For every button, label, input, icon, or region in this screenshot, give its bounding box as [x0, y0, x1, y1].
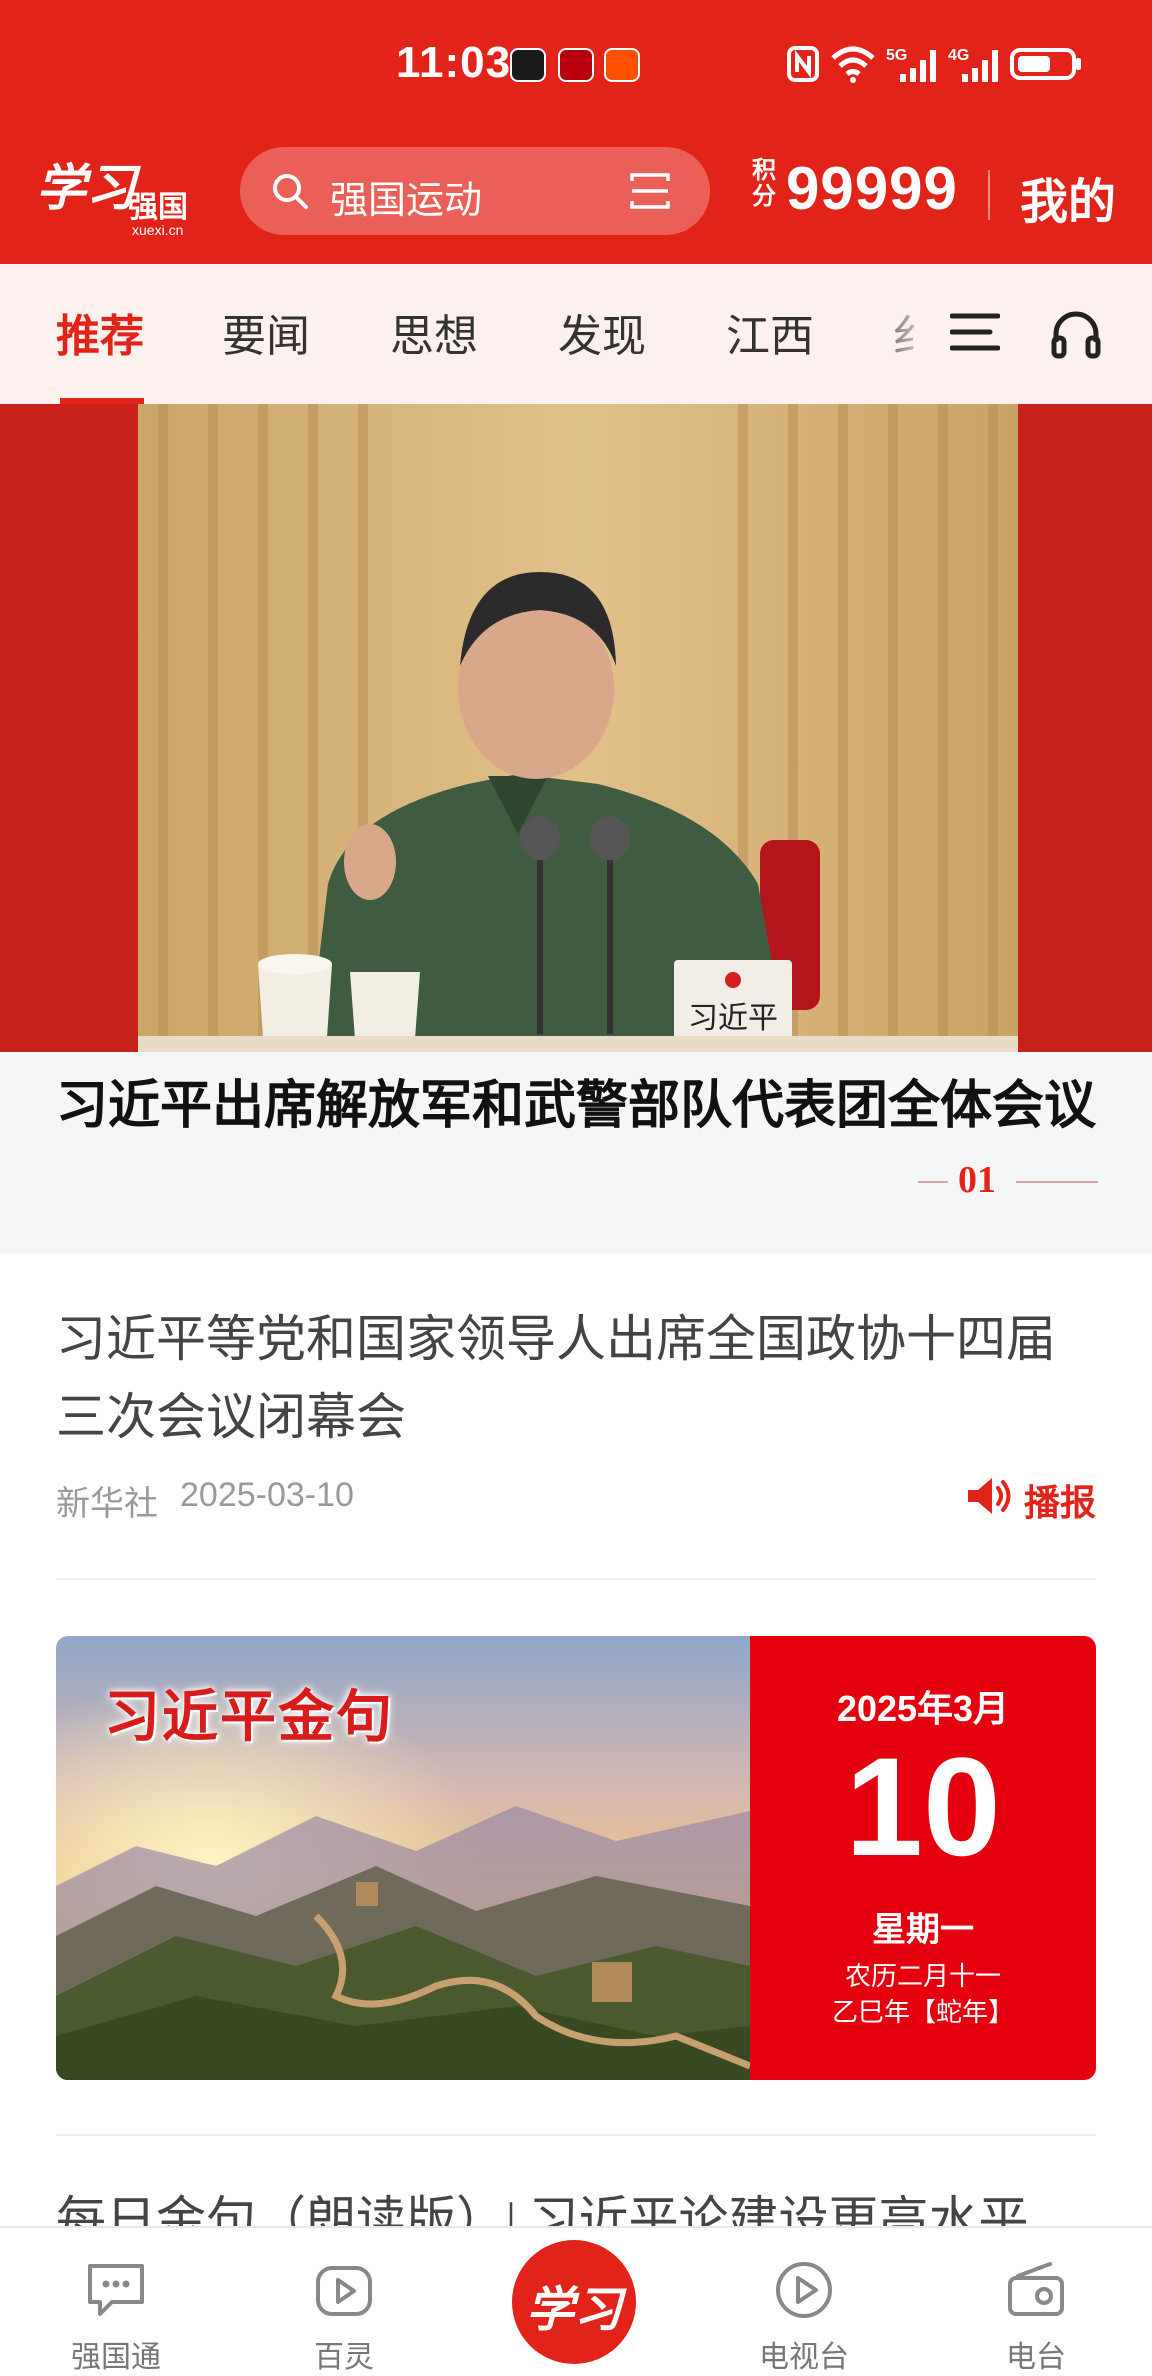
nav-xuexi[interactable]: 学习: [512, 2240, 636, 2364]
hero-index-number: 01: [958, 1159, 996, 1201]
article-date: 2025-03-10: [180, 1476, 354, 1514]
scan-icon[interactable]: [628, 169, 672, 213]
pinduoduo-icon: [558, 48, 594, 82]
article-source: 新华社: [56, 1485, 158, 1523]
calendar-day: 10: [845, 1728, 1001, 1885]
points-value: 99999: [786, 155, 958, 222]
tmall-icon: [510, 48, 546, 82]
tabs-fade: [860, 264, 940, 404]
tab-jiangxi[interactable]: 江西: [726, 300, 814, 364]
article-card[interactable]: 习近平等党和国家领导人出席全国政协十四届三次会议闭幕会 新华社 2025-03-…: [56, 1300, 1096, 1523]
logo-name: 强国: [128, 191, 188, 224]
channel-menu-icon[interactable]: [950, 310, 1000, 354]
logo-domain: xuexi.cn: [132, 222, 184, 238]
status-time: 11:03: [396, 38, 512, 87]
calendar-panel: 2025年3月 10 星期一 农历二月十一 乙巳年【蛇年】: [750, 1636, 1096, 2080]
hero-title[interactable]: 习近平出席解放军和武警部队代表团全体会议: [56, 1068, 1096, 1144]
lunar-line-2: 乙巳年【蛇年】: [831, 1997, 1014, 2027]
nav-tv[interactable]: 电视台: [724, 2248, 884, 2374]
nav-label: 百灵: [314, 2341, 374, 2374]
hero-index: 01: [918, 1158, 1098, 1206]
hero-caption[interactable]: 习近平出席解放军和武警部队代表团全体会议 01: [0, 1052, 1152, 1254]
points-label: 积分: [752, 157, 776, 210]
headphones-icon[interactable]: [1048, 308, 1104, 360]
tab-news[interactable]: 要闻: [222, 300, 310, 364]
xuexi-logo[interactable]: 学习 强国 xuexi.cn: [36, 148, 206, 238]
svg-text:5G: 5G: [886, 47, 907, 64]
xuexi-logo: 学习: [525, 2282, 622, 2338]
broadcast-button[interactable]: 播报: [966, 1470, 1106, 1523]
nav-label: 电台: [1006, 2341, 1066, 2374]
speaker-icon: [968, 1478, 1011, 1514]
channel-tabs: 推荐 要闻 思想 发现 江西 纟: [0, 264, 1152, 404]
index-line-left: [918, 1181, 948, 1183]
article-title[interactable]: 习近平等党和国家领导人出席全国政协十四届三次会议闭幕会: [56, 1300, 1096, 1456]
mine-button[interactable]: 我的: [1020, 162, 1116, 232]
nav-qiangguotong[interactable]: 强国通: [36, 2248, 196, 2374]
tab-discover[interactable]: 发现: [558, 300, 646, 364]
battery-icon: [1010, 48, 1081, 80]
calendar-weekday: 星期一: [872, 1910, 974, 1950]
banner-title: 习近平金句: [104, 1684, 394, 1750]
taobao-icon: [604, 48, 640, 82]
banner-separator: [56, 2134, 1096, 2136]
lunar-line-1: 农历二月十一: [844, 1961, 1001, 1991]
nav-bailing[interactable]: 百灵: [264, 2248, 424, 2374]
status-bar: 11:03 5G 4G: [0, 0, 1152, 132]
calendar-lunar: 农历二月十一 乙巳年【蛇年】: [750, 1958, 1096, 2030]
article-separator: [56, 1578, 1096, 1580]
video-play-icon: [316, 2266, 372, 2316]
nfc-icon: [787, 46, 819, 82]
bottom-navigation: 强国通 百灵 学习 电视台 电台: [0, 2226, 1152, 2376]
nav-label: 强国通: [71, 2341, 161, 2374]
radio-icon: [1008, 2262, 1064, 2316]
tv-play-icon: [776, 2262, 832, 2318]
calendar-year-month: 2025年3月: [836, 1688, 1010, 1729]
4g-signal-icon: 4G: [948, 47, 998, 82]
index-line-right: [1016, 1181, 1098, 1183]
svg-text:4G: 4G: [948, 47, 969, 64]
5g-signal-icon: 5G: [886, 47, 936, 82]
wifi-icon: [831, 46, 875, 83]
top-bar: 11:03 5G 4G 学习 强国 xuexi.cn 强国运动 积分 99999…: [0, 0, 1152, 264]
svg-text:习近平: 习近平: [688, 1001, 778, 1036]
header-divider: [988, 170, 990, 220]
golden-quotes-banner[interactable]: 习近平金句 2025年3月 10 星期一 农历二月十一 乙巳年【蛇年】: [56, 1636, 1096, 2080]
app-header: 学习 强国 xuexi.cn 强国运动 积分 99999 我的: [0, 132, 1152, 264]
nav-label: 电视台: [759, 2341, 849, 2374]
search-placeholder: 强国运动: [330, 180, 483, 222]
nav-radio[interactable]: 电台: [956, 2248, 1116, 2374]
search-icon: [273, 174, 308, 209]
hero-photo: 习近平: [138, 404, 1018, 1052]
logo-script: 学习: [36, 158, 136, 217]
chat-icon: [88, 2264, 144, 2316]
tab-thought[interactable]: 思想: [390, 300, 478, 364]
hero-image[interactable]: 习近平: [0, 404, 1152, 1052]
search-bar[interactable]: 强国运动: [240, 147, 710, 235]
tab-recommend[interactable]: 推荐: [56, 300, 144, 364]
broadcast-label: 播报: [1024, 1482, 1097, 1523]
